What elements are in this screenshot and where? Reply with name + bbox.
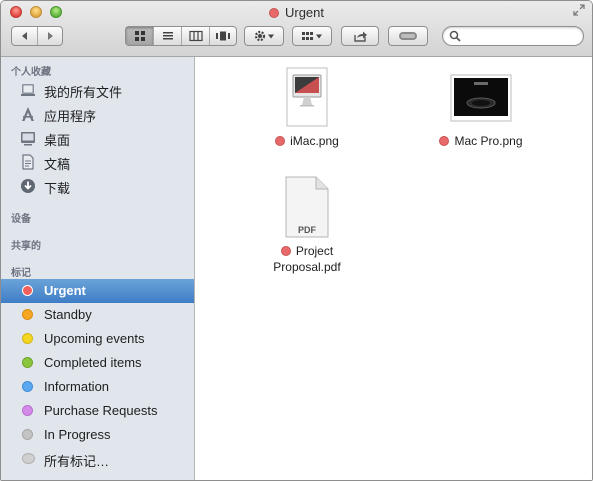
favorites-header: 个人收藏 xyxy=(11,67,51,78)
arrange-menu-button[interactable] xyxy=(292,26,332,46)
share-icon xyxy=(354,31,367,42)
sidebar-item-label: 文稿 xyxy=(44,157,71,172)
sidebar-item-label: 我的所有文件 xyxy=(44,85,123,100)
tag-color-dot xyxy=(22,381,33,392)
sidebar-item-tag-urgent[interactable]: Urgent xyxy=(1,279,194,303)
all-tags-icon xyxy=(22,453,35,464)
sidebar-item-tag-information[interactable]: Information xyxy=(1,375,194,399)
file-tag-dot xyxy=(275,136,286,146)
view-mode-control xyxy=(125,26,237,46)
documents-icon xyxy=(22,154,34,170)
column-view-icon xyxy=(188,30,203,42)
file-name: Mac Pro.png xyxy=(421,133,541,149)
tag-toggle-icon xyxy=(399,32,417,40)
sidebar-item-label: 桌面 xyxy=(44,133,71,148)
downloads-icon xyxy=(21,179,35,193)
shared-header[interactable]: 共享的 xyxy=(11,237,41,252)
title-bar: Urgent xyxy=(1,1,592,57)
icon-view-icon xyxy=(134,31,145,41)
action-menu-button[interactable] xyxy=(244,26,284,46)
search-input[interactable] xyxy=(463,28,578,44)
sidebar-item-tag-standby[interactable]: Standby xyxy=(1,303,194,327)
sidebar-item-all-tags[interactable]: 所有标记… xyxy=(1,447,194,471)
desktop-icon xyxy=(21,132,35,146)
applications-icon xyxy=(22,107,34,121)
list-view-icon xyxy=(162,32,173,40)
file-item[interactable]: Mac Pro.png xyxy=(421,67,541,149)
tags-header[interactable]: 标记 xyxy=(11,264,31,279)
share-button[interactable] xyxy=(341,26,379,46)
forward-button[interactable] xyxy=(38,27,62,45)
search-icon xyxy=(449,30,461,42)
file-item[interactable]: iMac.png xyxy=(247,67,367,149)
tag-color-dot xyxy=(22,309,33,320)
sidebar-item-label: 下载 xyxy=(44,181,71,196)
tag-color-dot xyxy=(22,405,33,416)
imac-image-icon xyxy=(286,67,328,127)
sidebar-item-label: 应用程序 xyxy=(44,109,97,124)
file-name: Project Proposal.pdf xyxy=(273,244,341,274)
sidebar-item-label: 所有标记… xyxy=(44,454,110,469)
sidebar-item-tag-upcoming-events[interactable]: Upcoming events xyxy=(1,327,194,351)
file-name: iMac.png xyxy=(247,133,367,149)
finder-window: Urgent 个人收藏 我的所有文件 应用程序 桌面 文稿 下载 设备 共享的 … xyxy=(0,0,593,481)
all-files-icon xyxy=(21,84,35,96)
back-button[interactable] xyxy=(12,27,38,45)
sidebar-item-applications[interactable]: 应用程序 xyxy=(1,103,194,125)
sidebar-item-label: Standby xyxy=(44,307,92,322)
tag-color-dot xyxy=(22,285,33,296)
cover-flow-view-icon xyxy=(216,31,230,41)
chevron-right-icon xyxy=(48,32,53,40)
mac-pro-image-icon xyxy=(450,74,512,122)
chevron-left-icon xyxy=(21,32,27,40)
list-view-button[interactable] xyxy=(154,27,182,45)
sidebar-item-label: Urgent xyxy=(44,283,86,298)
cover-flow-view-button[interactable] xyxy=(210,27,236,45)
sidebar-item-label: In Progress xyxy=(44,427,111,442)
fullscreen-icon[interactable] xyxy=(572,4,586,18)
sidebar-item-label: Upcoming events xyxy=(44,331,145,346)
pdf-badge: PDF xyxy=(298,225,317,235)
sidebar: 个人收藏 我的所有文件 应用程序 桌面 文稿 下载 设备 共享的 标记 Urge… xyxy=(1,57,195,480)
sidebar-item-downloads[interactable]: 下载 xyxy=(1,175,194,197)
icon-view-button[interactable] xyxy=(126,27,154,45)
file-item[interactable]: PDF Project Proposal.pdf xyxy=(247,175,367,275)
tag-color-dot xyxy=(22,333,33,344)
window-title: Urgent xyxy=(1,4,592,22)
sidebar-item-documents[interactable]: 文稿 xyxy=(1,151,194,173)
search-field[interactable] xyxy=(442,26,584,46)
edit-tags-button[interactable] xyxy=(388,26,428,46)
back-forward-control xyxy=(11,26,63,46)
sidebar-item-desktop[interactable]: 桌面 xyxy=(1,127,194,149)
file-browser: iMac.png Mac Pro.png PDF Project Proposa… xyxy=(195,57,592,480)
tag-color-dot xyxy=(22,429,33,440)
sidebar-item-tag-completed-items[interactable]: Completed items xyxy=(1,351,194,375)
sidebar-item-label: Completed items xyxy=(44,355,142,370)
sidebar-item-label: Purchase Requests xyxy=(44,403,158,418)
sidebar-item-all-files[interactable]: 我的所有文件 xyxy=(1,79,194,101)
arrange-icon xyxy=(302,32,322,40)
sidebar-item-tag-in-progress[interactable]: In Progress xyxy=(1,423,194,447)
window-title-text: Urgent xyxy=(284,5,325,20)
devices-header[interactable]: 设备 xyxy=(11,210,31,225)
pdf-document-icon: PDF xyxy=(285,176,329,238)
gear-icon xyxy=(254,30,274,42)
tag-color-dot xyxy=(22,357,33,368)
sidebar-item-tag-purchase-requests[interactable]: Purchase Requests xyxy=(1,399,194,423)
sidebar-item-label: Information xyxy=(44,379,110,394)
file-tag-dot xyxy=(280,246,291,256)
title-tag-dot xyxy=(268,8,279,18)
column-view-button[interactable] xyxy=(182,27,210,45)
file-tag-dot xyxy=(439,136,450,146)
